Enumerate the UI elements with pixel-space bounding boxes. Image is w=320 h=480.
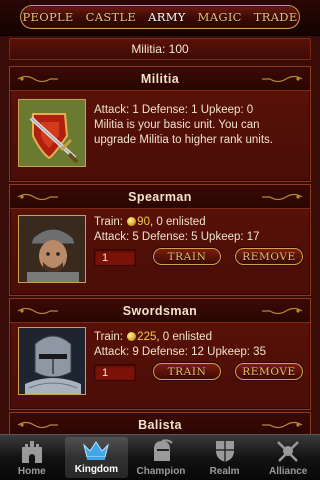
unit-name: Balista xyxy=(138,417,182,432)
ornament-icon xyxy=(17,307,58,315)
tab-home[interactable]: Home xyxy=(0,435,64,480)
unit-description: Militia is your basic unit. You can upgr… xyxy=(94,119,273,146)
sword-shield-icon xyxy=(18,99,86,167)
crown-icon xyxy=(82,437,110,462)
separator-gem-icon xyxy=(140,15,144,19)
tab-alliance[interactable]: Alliance xyxy=(256,435,320,480)
ornament-icon xyxy=(262,307,303,315)
separator-gem-icon xyxy=(189,15,194,19)
tab-label: Champion xyxy=(136,466,186,477)
tab-trade[interactable]: TRADE xyxy=(251,10,301,24)
unit-stats: Attack: 5 Defense: 5 Upkeep: 17 xyxy=(94,231,260,243)
card-header: Balista xyxy=(10,413,310,434)
enlisted-count: , 0 enlisted xyxy=(156,331,212,343)
unit-stats: Attack: 9 Defense: 12 Upkeep: 35 xyxy=(94,346,266,358)
remove-button[interactable]: REMOVE xyxy=(235,363,303,380)
unit-name: Swordsman xyxy=(122,303,198,318)
tab-people[interactable]: PEOPLE xyxy=(20,10,77,24)
train-prefix: Train: xyxy=(94,216,127,228)
tab-realm[interactable]: Realm xyxy=(193,435,257,480)
crossed-swords-icon xyxy=(274,438,302,464)
gold-coin-icon xyxy=(127,217,137,226)
tab-label: Realm xyxy=(209,466,240,477)
tab-label: Home xyxy=(17,466,46,477)
section-menu: PEOPLE CASTLE ARMY MAGIC TRADE xyxy=(20,5,300,29)
militia-count-bar: Militia: 100 xyxy=(9,38,311,60)
tab-label: Kingdom xyxy=(74,464,119,475)
ornament-icon xyxy=(262,421,303,429)
unit-card-militia: Militia Attack: 1 Defense: 1 Upkeep: 0 M… xyxy=(9,66,311,182)
train-cost: 90 xyxy=(137,216,150,228)
ornament-icon xyxy=(262,193,303,201)
ornament-icon xyxy=(17,193,58,201)
unit-name: Militia xyxy=(140,71,180,86)
card-header: Militia xyxy=(10,67,310,91)
unit-card-swordsman: Swordsman Train: 225, 0 enlisted Attack:… xyxy=(9,298,311,410)
card-header: Spearman xyxy=(10,185,310,209)
tab-army[interactable]: ARMY xyxy=(145,10,189,24)
militia-count-label: Militia: 100 xyxy=(131,42,189,56)
train-button[interactable]: TRAIN xyxy=(153,248,221,265)
train-info: Train: 90, 0 enlisted xyxy=(94,215,304,230)
train-cost: 225 xyxy=(137,331,157,343)
unit-stats: Attack: 1 Defense: 1 Upkeep: 0 xyxy=(94,104,254,116)
quantity-input[interactable]: 1 xyxy=(94,249,136,266)
card-header: Swordsman xyxy=(10,299,310,323)
top-navigation: PEOPLE CASTLE ARMY MAGIC TRADE xyxy=(0,0,320,36)
unit-card-spearman: Spearman Train: 90, 0 enlisted Attack: 5… xyxy=(9,184,311,296)
swordsman-portrait xyxy=(18,327,86,395)
bottom-tab-bar: Home Kingdom Champion Realm Alliance xyxy=(0,434,320,480)
train-info: Train: 225, 0 enlisted xyxy=(94,330,304,345)
unit-name: Spearman xyxy=(128,189,192,204)
spearman-portrait xyxy=(18,215,86,283)
separator-gem-icon xyxy=(77,15,82,19)
tab-label: Alliance xyxy=(268,466,308,477)
remove-button[interactable]: REMOVE xyxy=(235,248,303,265)
tab-magic[interactable]: MAGIC xyxy=(195,10,245,24)
train-prefix: Train: xyxy=(94,331,127,343)
enlisted-count: , 0 enlisted xyxy=(149,216,206,228)
tab-kingdom[interactable]: Kingdom xyxy=(64,437,129,478)
separator-gem-icon xyxy=(245,15,250,19)
ornament-icon xyxy=(17,421,58,429)
quantity-input[interactable]: 1 xyxy=(94,364,136,381)
gold-coin-icon xyxy=(127,332,137,341)
shield-icon xyxy=(211,438,239,464)
unit-list[interactable]: Militia Attack: 1 Defense: 1 Upkeep: 0 M… xyxy=(0,62,320,434)
unit-card-balista: Balista xyxy=(9,412,311,434)
knight-helmet-icon xyxy=(147,438,175,464)
ornament-icon xyxy=(17,75,58,83)
tab-castle[interactable]: CASTLE xyxy=(83,10,139,24)
tab-champion[interactable]: Champion xyxy=(129,435,193,480)
castle-icon xyxy=(18,438,46,464)
train-button[interactable]: TRAIN xyxy=(153,363,221,380)
ornament-icon xyxy=(262,75,303,83)
